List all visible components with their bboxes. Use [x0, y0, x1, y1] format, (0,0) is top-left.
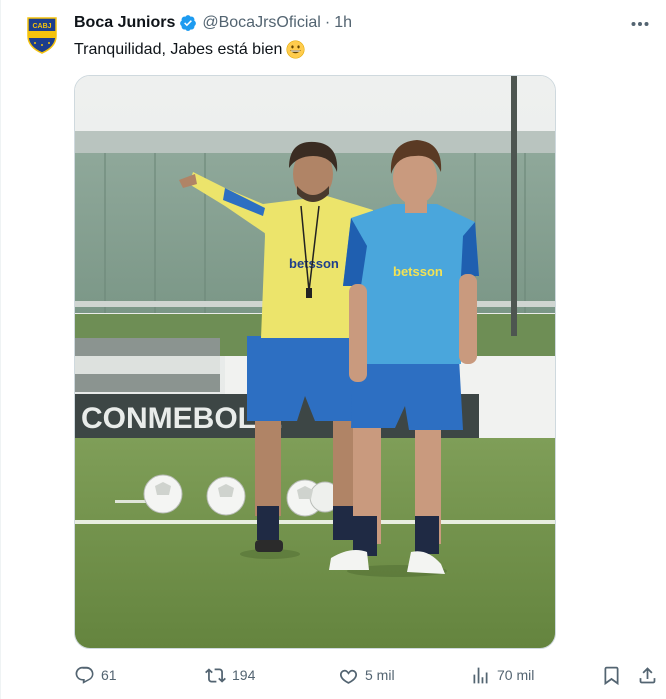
tweet-text-content: Tranquilidad, Jabes está bien	[74, 40, 283, 58]
bookmark-icon	[604, 666, 619, 685]
tweet-photo[interactable]: CONMEBOL L betsson betsson	[74, 75, 556, 649]
repost-icon	[205, 667, 226, 683]
bookmark-button[interactable]	[601, 660, 622, 690]
verified-badge-icon[interactable]	[179, 14, 197, 32]
tweet-card[interactable]: CABJ Boca Juniors @BocaJrsOficial · 1h T…	[0, 0, 666, 699]
like-button[interactable]: 5 mil	[338, 660, 395, 690]
reply-count: 61	[101, 667, 117, 683]
repost-button[interactable]: 194	[205, 660, 255, 690]
tweet-text: Tranquilidad, Jabes está bien	[74, 40, 305, 59]
more-icon	[631, 22, 649, 26]
separator-dot: ·	[324, 14, 331, 31]
boca-crest-icon: CABJ	[27, 17, 57, 54]
author-handle[interactable]: @BocaJrsOficial	[202, 14, 321, 32]
grinning-face-emoji-icon	[286, 40, 305, 59]
repost-count: 194	[232, 667, 256, 683]
avatar[interactable]: CABJ	[19, 12, 65, 58]
author-name[interactable]: Boca Juniors	[74, 14, 175, 32]
views-icon	[473, 667, 488, 683]
reply-icon	[75, 666, 94, 684]
share-button[interactable]	[637, 660, 658, 690]
share-icon	[639, 666, 656, 683]
reply-button[interactable]: 61	[74, 660, 117, 690]
timestamp[interactable]: 1h	[334, 14, 352, 32]
tweet-header: Boca Juniors @BocaJrsOficial · 1h	[74, 14, 352, 32]
player-sponsor: betsson	[393, 264, 443, 279]
views-count: 70 mil	[497, 667, 535, 683]
like-icon	[339, 669, 358, 684]
more-options-button[interactable]	[628, 14, 652, 34]
avatar-label: CABJ	[32, 23, 51, 30]
like-count: 5 mil	[365, 667, 395, 683]
training-photo: CONMEBOL L betsson betsson	[75, 76, 555, 648]
tweet-actions: 61 194 5 mil 70 mil	[74, 660, 664, 690]
views-button[interactable]: 70 mil	[470, 660, 534, 690]
coach-sponsor: betsson	[289, 256, 339, 271]
